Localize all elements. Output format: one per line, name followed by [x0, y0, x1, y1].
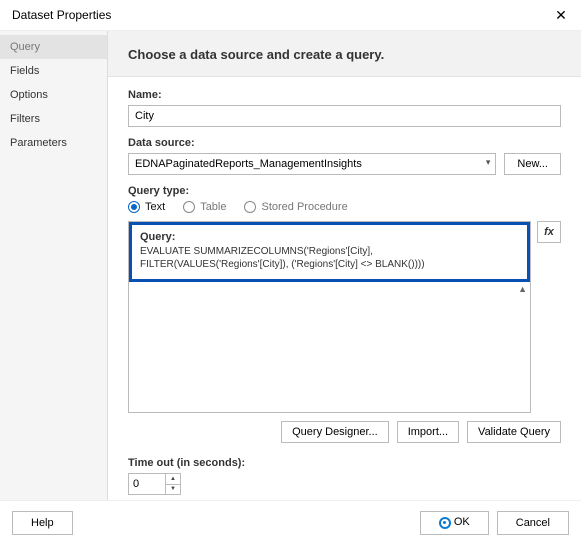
- radio-stored-procedure[interactable]: Stored Procedure: [244, 201, 347, 213]
- timeout-spinner[interactable]: ▲ ▼: [128, 473, 181, 495]
- datasource-label: Data source:: [128, 137, 561, 149]
- name-label: Name:: [128, 89, 561, 101]
- validate-query-button[interactable]: Validate Query: [467, 421, 561, 443]
- query-highlight: Query: EVALUATE SUMMARIZECOLUMNS('Region…: [129, 222, 530, 282]
- radio-sp-label: Stored Procedure: [261, 201, 347, 213]
- sidebar-item-fields[interactable]: Fields: [0, 59, 107, 83]
- timeout-input[interactable]: [129, 474, 165, 494]
- sidebar-item-query[interactable]: Query: [0, 35, 107, 59]
- window-title: Dataset Properties: [12, 8, 111, 22]
- radio-table-label: Table: [200, 201, 226, 213]
- page-header: Choose a data source and create a query.: [108, 31, 581, 77]
- spinner-down-icon[interactable]: ▼: [166, 485, 180, 495]
- radio-text[interactable]: Text: [128, 201, 165, 213]
- expression-button[interactable]: fx: [537, 221, 561, 243]
- import-button[interactable]: Import...: [397, 421, 459, 443]
- new-datasource-button[interactable]: New...: [504, 153, 561, 175]
- spinner-icon: [439, 517, 451, 529]
- sidebar-item-options[interactable]: Options: [0, 83, 107, 107]
- ok-button[interactable]: OK: [420, 511, 489, 535]
- cancel-button[interactable]: Cancel: [497, 511, 569, 535]
- name-input[interactable]: [128, 105, 561, 127]
- radio-text-label: Text: [145, 201, 165, 213]
- close-icon[interactable]: ✕: [551, 7, 571, 24]
- sidebar: Query Fields Options Filters Parameters: [0, 31, 108, 500]
- datasource-select[interactable]: [128, 153, 496, 175]
- ok-label: OK: [454, 516, 470, 528]
- querytype-label: Query type:: [128, 185, 561, 197]
- sidebar-item-filters[interactable]: Filters: [0, 107, 107, 131]
- radio-table[interactable]: Table: [183, 201, 226, 213]
- timeout-label: Time out (in seconds):: [128, 457, 561, 469]
- query-designer-button[interactable]: Query Designer...: [281, 421, 389, 443]
- query-scroll-area[interactable]: ▲: [129, 282, 530, 412]
- radio-icon: [244, 201, 256, 213]
- radio-icon: [128, 201, 140, 213]
- help-button[interactable]: Help: [12, 511, 73, 535]
- query-textarea[interactable]: EVALUATE SUMMARIZECOLUMNS('Regions'[City…: [140, 246, 519, 271]
- sidebar-item-parameters[interactable]: Parameters: [0, 131, 107, 155]
- radio-icon: [183, 201, 195, 213]
- spinner-up-icon[interactable]: ▲: [166, 474, 180, 485]
- query-label: Query:: [140, 231, 519, 243]
- scroll-up-icon[interactable]: ▲: [518, 284, 527, 294]
